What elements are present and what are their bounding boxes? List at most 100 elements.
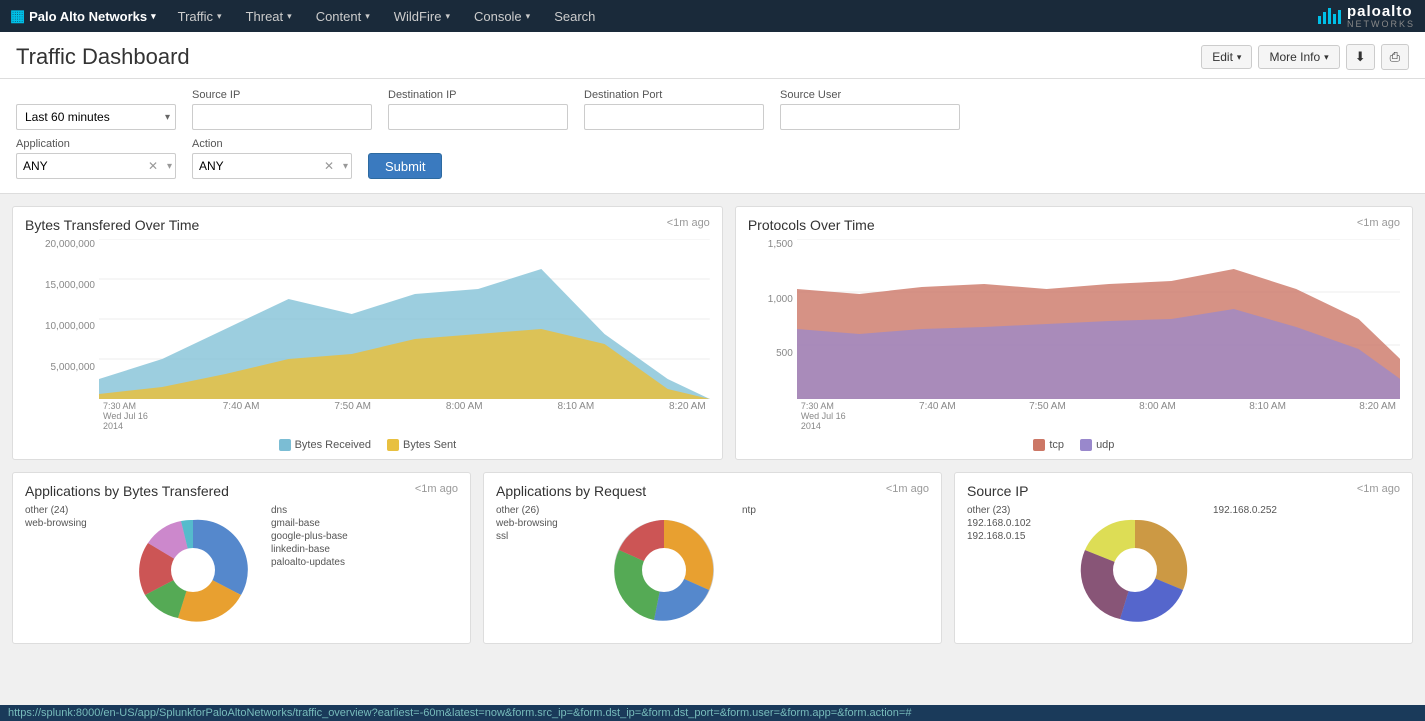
content-label: Content — [316, 9, 362, 24]
console-label: Console — [474, 9, 522, 24]
apps-bytes-labels-left: other (24) web-browsing — [25, 505, 115, 529]
action-clear-icon[interactable]: ✕ — [324, 159, 334, 173]
print-icon: ⎙ — [1390, 49, 1400, 64]
navbar-item-content[interactable]: Content ▾ — [304, 0, 382, 32]
navbar-item-wildfire[interactable]: WildFire ▾ — [382, 0, 462, 32]
logo-text-wrap: paloalto NETWORKS — [1347, 3, 1415, 29]
logo-name: paloalto — [1347, 3, 1415, 20]
bar2 — [1323, 12, 1326, 24]
bytes-received-color — [279, 439, 291, 451]
navbar-item-threat[interactable]: Threat ▾ — [234, 0, 304, 32]
protocols-chart-title: Protocols Over Time — [748, 217, 875, 233]
tcp-label: tcp — [1049, 439, 1064, 451]
source-ip-label-0: other (23) — [967, 505, 1057, 516]
application-group: Application ANY ✕ ▾ — [16, 138, 176, 179]
wildfire-label: WildFire — [394, 9, 442, 24]
time-select-wrap: Last 60 minutes ▾ — [16, 104, 176, 130]
status-bar: https://splunk:8000/en-US/app/SplunkforP… — [0, 705, 1425, 721]
bytes-chart-title: Bytes Transfered Over Time — [25, 217, 199, 233]
protocols-chart-svg — [797, 239, 1400, 399]
apps-bytes-rlabel-1: gmail-base — [271, 518, 348, 529]
tcp-color — [1033, 439, 1045, 451]
bytes-sent-legend: Bytes Sent — [387, 439, 456, 451]
source-ip-pie-svg — [1065, 505, 1205, 635]
apps-bytes-label-0: other (24) — [25, 505, 115, 516]
bytes-sent-color — [387, 439, 399, 451]
application-clear-icon[interactable]: ✕ — [148, 159, 158, 173]
apps-bytes-card: Applications by Bytes Transfered <1m ago… — [12, 472, 471, 644]
navbar-item-traffic[interactable]: Traffic ▾ — [166, 0, 234, 32]
source-ip-label-2: 192.168.0.15 — [967, 531, 1057, 542]
source-ip-labels-right: 192.168.0.252 — [1213, 505, 1277, 516]
content-chevron: ▾ — [365, 11, 370, 22]
tcp-legend: tcp — [1033, 439, 1064, 451]
dest-port-input[interactable] — [584, 104, 764, 130]
bar3 — [1328, 8, 1331, 24]
source-ip-card: Source IP <1m ago other (23) 192.168.0.1… — [954, 472, 1413, 644]
threat-label: Threat — [246, 9, 284, 24]
bar5 — [1338, 10, 1341, 24]
source-ip-label: Source IP — [192, 89, 372, 101]
download-button[interactable]: ⬇ — [1346, 44, 1375, 70]
download-icon: ⬇ — [1355, 49, 1366, 64]
source-user-label: Source User — [780, 89, 960, 101]
submit-button[interactable]: Submit — [368, 153, 442, 179]
apps-request-title: Applications by Request — [496, 483, 646, 499]
source-ip-labels-left: other (23) 192.168.0.102 192.168.0.15 — [967, 505, 1057, 542]
bytes-received-label: Bytes Received — [295, 439, 371, 451]
apps-bytes-title: Applications by Bytes Transfered — [25, 483, 229, 499]
apps-bytes-rlabel-0: dns — [271, 505, 348, 516]
logo-sub: NETWORKS — [1347, 20, 1415, 29]
source-ip-group: Source IP — [192, 89, 372, 130]
apps-request-pie-svg — [594, 505, 734, 635]
page-title: Traffic Dashboard — [16, 44, 190, 70]
logo-bars — [1318, 8, 1341, 24]
bytes-over-time-card: Bytes Transfered Over Time <1m ago 20,00… — [12, 206, 723, 460]
edit-chevron: ▾ — [1237, 52, 1242, 63]
navbar-item-search[interactable]: Search — [542, 0, 607, 32]
navbar-brand[interactable]: ▦ Palo Alto Networks ▾ — [10, 6, 156, 26]
protocols-chart-main: 7:30 AMWed Jul 162014 7:40 AM 7:50 AM 8:… — [797, 239, 1400, 431]
time-select-arrow: ▾ — [165, 112, 170, 123]
dest-port-label: Destination Port — [584, 89, 764, 101]
bytes-chart-timestamp: <1m ago — [667, 217, 710, 229]
bytes-chart-header: Bytes Transfered Over Time <1m ago — [25, 217, 710, 233]
udp-legend: udp — [1080, 439, 1114, 451]
bytes-received-legend: Bytes Received — [279, 439, 371, 451]
action-group: Action ANY ✕ ▾ — [192, 138, 352, 179]
apps-bytes-timestamp: <1m ago — [415, 483, 458, 495]
print-button[interactable]: ⎙ — [1381, 44, 1409, 70]
apps-bytes-rlabel-2: google-plus-base — [271, 531, 348, 542]
dash-row-2: Applications by Bytes Transfered <1m ago… — [12, 472, 1413, 644]
protocols-chart-timestamp: <1m ago — [1357, 217, 1400, 229]
page-header: Traffic Dashboard Edit ▾ More Info ▾ ⬇ ⎙ — [0, 32, 1425, 79]
source-ip-rlabel-0: 192.168.0.252 — [1213, 505, 1277, 516]
brand-chevron: ▾ — [151, 11, 156, 22]
source-user-input[interactable] — [780, 104, 960, 130]
edit-button[interactable]: Edit ▾ — [1201, 45, 1252, 69]
more-info-button[interactable]: More Info ▾ — [1258, 45, 1339, 69]
submit-group: Submit — [368, 153, 442, 179]
apps-request-label-0: other (26) — [496, 505, 586, 516]
source-ip-input[interactable] — [192, 104, 372, 130]
action-select-wrap: ANY ✕ ▾ — [192, 153, 352, 179]
protocols-x-axis: 7:30 AMWed Jul 162014 7:40 AM 7:50 AM 8:… — [797, 401, 1400, 431]
dashboard: Bytes Transfered Over Time <1m ago 20,00… — [0, 194, 1425, 656]
udp-color — [1080, 439, 1092, 451]
source-ip-header: Source IP <1m ago — [967, 483, 1400, 499]
apps-request-labels-right: ntp — [742, 505, 756, 516]
navbar-item-console[interactable]: Console ▾ — [462, 0, 542, 32]
dash-row-1: Bytes Transfered Over Time <1m ago 20,00… — [12, 206, 1413, 460]
dest-ip-input[interactable] — [388, 104, 568, 130]
dest-ip-label: Destination IP — [388, 89, 568, 101]
time-select[interactable]: Last 60 minutes — [16, 104, 176, 130]
bytes-sent-label: Bytes Sent — [403, 439, 456, 451]
apps-request-content: other (26) web-browsing ssl ntp — [496, 505, 929, 635]
bytes-chart-main: 7:30 AMWed Jul 162014 7:40 AM 7:50 AM 8:… — [99, 239, 710, 431]
filter-row-2: Application ANY ✕ ▾ Action ANY ✕ ▾ Submi… — [16, 138, 1409, 179]
source-user-group: Source User — [780, 89, 960, 130]
protocols-chart-container: 1,500 1,000 500 — [748, 239, 1400, 431]
apps-request-labels-left: other (26) web-browsing ssl — [496, 505, 586, 542]
source-ip-content: other (23) 192.168.0.102 192.168.0.15 19… — [967, 505, 1400, 635]
apps-bytes-rlabel-4: paloalto-updates — [271, 557, 348, 568]
